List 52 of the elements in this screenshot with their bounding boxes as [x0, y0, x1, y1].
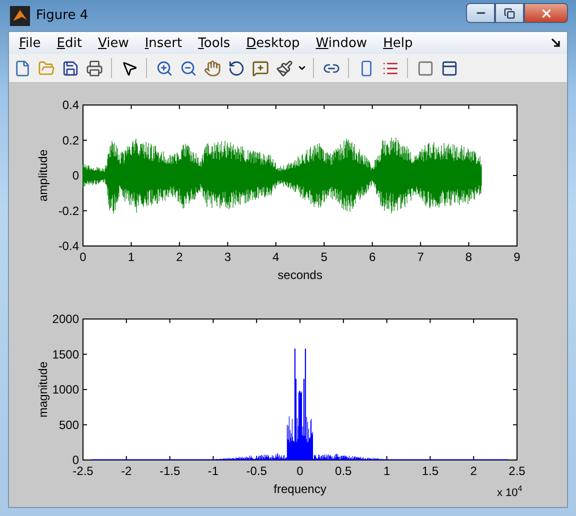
- tick-label: 2000: [52, 312, 79, 326]
- axis-label: frequency: [274, 482, 326, 496]
- axis-label: seconds: [278, 268, 322, 282]
- app-logo-icon: [10, 6, 30, 26]
- tick-label: 0.4: [62, 98, 79, 112]
- tick-label: 7: [417, 250, 424, 264]
- axis-exponent: x 10$^{4}$: [497, 484, 522, 499]
- tick-label: -1.5: [159, 464, 180, 478]
- maximize-icon: [504, 8, 515, 18]
- tick-label: 6: [369, 250, 376, 264]
- menu-item[interactable]: Insert: [136, 36, 190, 50]
- dock-arrow-icon[interactable]: [551, 38, 561, 48]
- tick-label: -2.5: [72, 464, 94, 478]
- menu-item[interactable]: Help: [375, 36, 421, 50]
- tick-label: 8: [465, 250, 472, 264]
- tick-label: 0: [80, 250, 86, 264]
- tick-label: 0: [296, 464, 304, 478]
- minimize-button[interactable]: [466, 3, 495, 23]
- tick-label: 1500: [52, 347, 79, 362]
- axis-label: magnitude: [36, 361, 50, 418]
- menu-item[interactable]: Tools: [190, 36, 238, 50]
- tick-label: -0.2: [58, 204, 79, 218]
- menu-item[interactable]: View: [90, 36, 137, 50]
- menu-item[interactable]: File: [11, 36, 49, 50]
- tick-label: 9: [514, 250, 520, 264]
- axis-label: amplitude: [36, 149, 50, 202]
- tick-label: -1: [208, 464, 219, 478]
- tick-label: 3: [224, 250, 231, 264]
- tick-label: 1000: [52, 382, 79, 396]
- tick-label: 0: [72, 168, 79, 182]
- tick-label: -2: [121, 464, 132, 478]
- tick-label: 1: [383, 464, 390, 478]
- menu-item[interactable]: Window: [308, 36, 376, 50]
- close-button[interactable]: [524, 3, 568, 23]
- tick-label: -0.5: [246, 464, 267, 478]
- tick-label: 0.2: [62, 133, 79, 148]
- window-title: Figure 4: [36, 8, 90, 23]
- tick-label: 0: [72, 453, 79, 467]
- tick-label: -0.4: [58, 239, 79, 253]
- menu-item[interactable]: Edit: [48, 36, 90, 50]
- tick-label: 2.5: [508, 464, 526, 478]
- tick-label: 0.5: [335, 464, 352, 478]
- tick-label: 2: [470, 464, 477, 478]
- tick-label: 500: [58, 418, 79, 432]
- tick-label: 1: [128, 250, 135, 264]
- close-icon: [540, 6, 552, 20]
- tick-label: 4: [272, 250, 280, 264]
- maximize-button[interactable]: [495, 3, 524, 23]
- tick-label: 2: [176, 250, 183, 264]
- tick-label: 1.5: [422, 464, 439, 478]
- menu-item[interactable]: Desktop: [238, 36, 308, 50]
- tick-label: 5: [320, 250, 328, 264]
